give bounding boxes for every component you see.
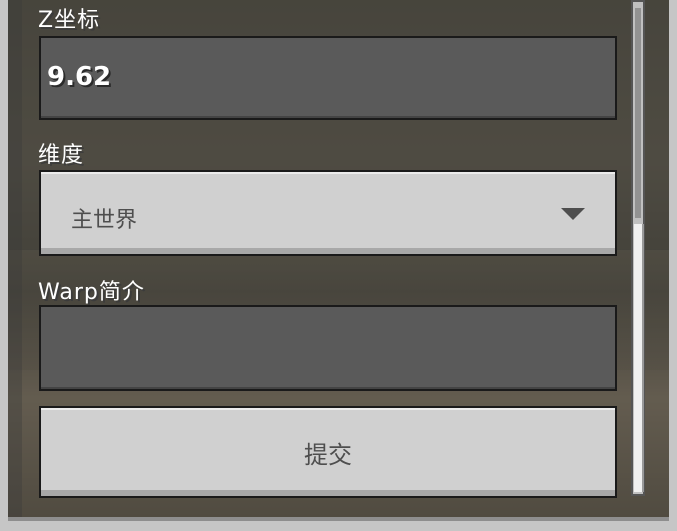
- dimension-dropdown[interactable]: 主世界: [39, 170, 617, 256]
- dimension-selected-value: 主世界: [71, 208, 138, 233]
- form-content: Z坐标 9.62 维度 主世界 Warp简介 提交: [22, 0, 627, 521]
- panel-left-shadow: [8, 0, 22, 521]
- warp-description-label: Warp简介: [38, 280, 145, 305]
- scrollbar-thumb[interactable]: [634, 224, 644, 492]
- submit-button[interactable]: 提交: [39, 406, 617, 498]
- chevron-down-icon: [561, 208, 585, 220]
- z-coordinate-label: Z坐标: [38, 8, 101, 33]
- dimension-label: 维度: [38, 143, 85, 168]
- z-coordinate-input[interactable]: 9.62: [39, 36, 617, 120]
- scrollbar-groove: [635, 8, 641, 218]
- z-coordinate-value: 9.62: [47, 62, 112, 92]
- warp-description-input[interactable]: [39, 305, 617, 391]
